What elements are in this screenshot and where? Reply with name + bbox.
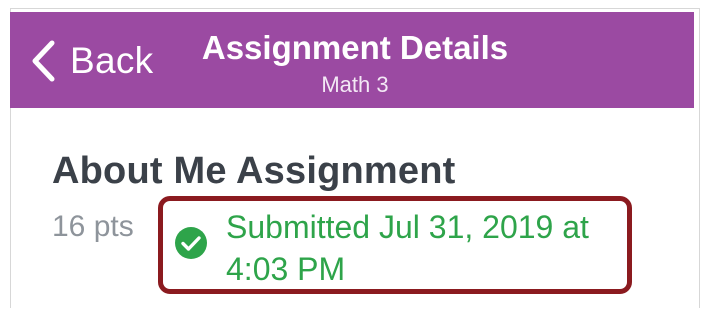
- check-circle-icon: [175, 227, 207, 259]
- back-label: Back: [70, 40, 154, 81]
- submission-status: Submitted Jul 31, 2019 at 4:03 PM: [226, 206, 626, 290]
- submission-status-line1: Submitted Jul 31, 2019 at: [226, 209, 589, 245]
- back-button[interactable]: Back: [30, 34, 153, 88]
- chevron-left-icon: [32, 40, 55, 82]
- assignment-title: About Me Assignment: [52, 150, 456, 192]
- screen: Back Assignment Details Math 3 About Me …: [0, 0, 708, 316]
- points-label: 16 pts: [52, 210, 134, 243]
- nav-title-block: Assignment Details Math 3: [190, 28, 520, 100]
- navigation-bar: Back Assignment Details Math 3: [10, 12, 694, 108]
- page-title: Assignment Details: [201, 29, 509, 66]
- course-subtitle: Math 3: [321, 72, 389, 97]
- submission-status-line2: 4:03 PM: [226, 251, 346, 287]
